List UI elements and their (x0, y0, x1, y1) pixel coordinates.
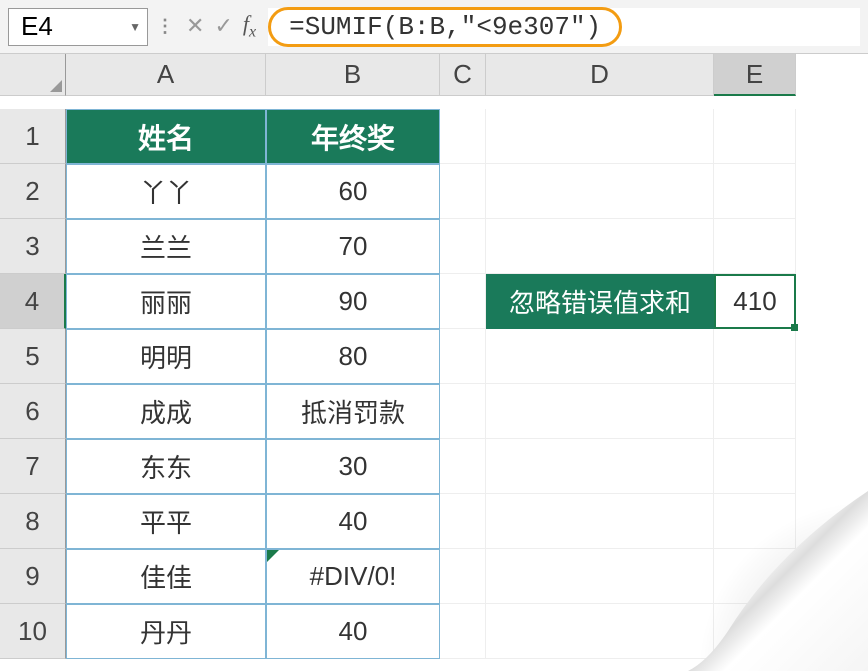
table-cell[interactable]: 丽丽 (66, 274, 266, 329)
cell[interactable] (440, 384, 486, 439)
cell[interactable] (440, 274, 486, 329)
cell[interactable] (714, 109, 796, 164)
cell[interactable] (486, 604, 714, 659)
table-cell[interactable]: 40 (266, 494, 440, 549)
table-cell[interactable]: 40 (266, 604, 440, 659)
row-header[interactable]: 4 (0, 274, 66, 329)
col-header-d[interactable]: D (486, 54, 714, 96)
table-cell[interactable]: 丫丫 (66, 164, 266, 219)
cell[interactable] (440, 604, 486, 659)
cell[interactable] (714, 384, 796, 439)
cell[interactable] (486, 219, 714, 274)
fx-icon[interactable]: fx (243, 11, 256, 41)
cell[interactable] (440, 164, 486, 219)
row-header[interactable]: 6 (0, 384, 66, 439)
formula-bar: E4 ▼ ⋮ ✕ ✓ fx =SUMIF(B:B,"<9e307") (0, 0, 868, 54)
col-header-a[interactable]: A (66, 54, 266, 96)
cell[interactable] (714, 604, 796, 659)
cell[interactable] (486, 549, 714, 604)
table-cell[interactable]: 60 (266, 164, 440, 219)
table-cell[interactable]: 90 (266, 274, 440, 329)
table-cell[interactable]: 80 (266, 329, 440, 384)
cancel-icon[interactable]: ✕ (186, 13, 204, 39)
row-header[interactable]: 7 (0, 439, 66, 494)
cell[interactable] (486, 109, 714, 164)
row-header[interactable]: 9 (0, 549, 66, 604)
table-cell[interactable]: 30 (266, 439, 440, 494)
cell[interactable] (486, 329, 714, 384)
table-header-name[interactable]: 姓名 (66, 109, 266, 164)
table-cell-error[interactable]: #DIV/0! (266, 549, 440, 604)
row-header[interactable]: 2 (0, 164, 66, 219)
table-cell[interactable]: 成成 (66, 384, 266, 439)
col-header-c[interactable]: C (440, 54, 486, 96)
result-label-cell[interactable]: 忽略错误值求和 (486, 274, 714, 329)
cell[interactable] (486, 384, 714, 439)
table-cell[interactable]: 丹丹 (66, 604, 266, 659)
table-cell[interactable]: 东东 (66, 439, 266, 494)
cell[interactable] (440, 439, 486, 494)
cell[interactable] (440, 219, 486, 274)
cell[interactable] (714, 549, 796, 604)
table-cell[interactable]: 平平 (66, 494, 266, 549)
separator: ⋮ (156, 16, 174, 37)
cell[interactable] (440, 329, 486, 384)
cell[interactable] (440, 549, 486, 604)
cell[interactable] (440, 494, 486, 549)
cell[interactable] (440, 109, 486, 164)
cell[interactable] (486, 164, 714, 219)
table-cell[interactable]: 兰兰 (66, 219, 266, 274)
cell[interactable] (714, 164, 796, 219)
enter-icon[interactable]: ✓ (214, 13, 232, 39)
table-cell[interactable]: 抵消罚款 (266, 384, 440, 439)
cell[interactable] (486, 439, 714, 494)
spreadsheet-grid[interactable]: A B C D E 1 姓名 年终奖 2 丫丫 60 3 兰兰 70 4 丽丽 … (0, 54, 868, 659)
table-header-bonus[interactable]: 年终奖 (266, 109, 440, 164)
select-all-corner[interactable] (0, 54, 66, 96)
row-header[interactable]: 3 (0, 219, 66, 274)
active-cell[interactable]: 410 (714, 274, 796, 329)
dropdown-icon[interactable]: ▼ (129, 20, 141, 34)
table-cell[interactable]: 70 (266, 219, 440, 274)
formula-input[interactable]: =SUMIF(B:B,"<9e307") (268, 8, 860, 46)
col-header-b[interactable]: B (266, 54, 440, 96)
row-header[interactable]: 5 (0, 329, 66, 384)
cell[interactable] (486, 494, 714, 549)
cell-reference: E4 (21, 11, 53, 42)
row-header[interactable]: 8 (0, 494, 66, 549)
row-header[interactable]: 10 (0, 604, 66, 659)
cell[interactable] (714, 494, 796, 549)
formula-text: =SUMIF(B:B,"<9e307") (268, 7, 622, 47)
cell[interactable] (714, 329, 796, 384)
col-header-e[interactable]: E (714, 54, 796, 96)
row-header[interactable]: 1 (0, 109, 66, 164)
formula-icons: ✕ ✓ fx (182, 11, 260, 41)
table-cell[interactable]: 佳佳 (66, 549, 266, 604)
cell[interactable] (714, 219, 796, 274)
name-box[interactable]: E4 ▼ (8, 8, 148, 46)
table-cell[interactable]: 明明 (66, 329, 266, 384)
cell[interactable] (714, 439, 796, 494)
